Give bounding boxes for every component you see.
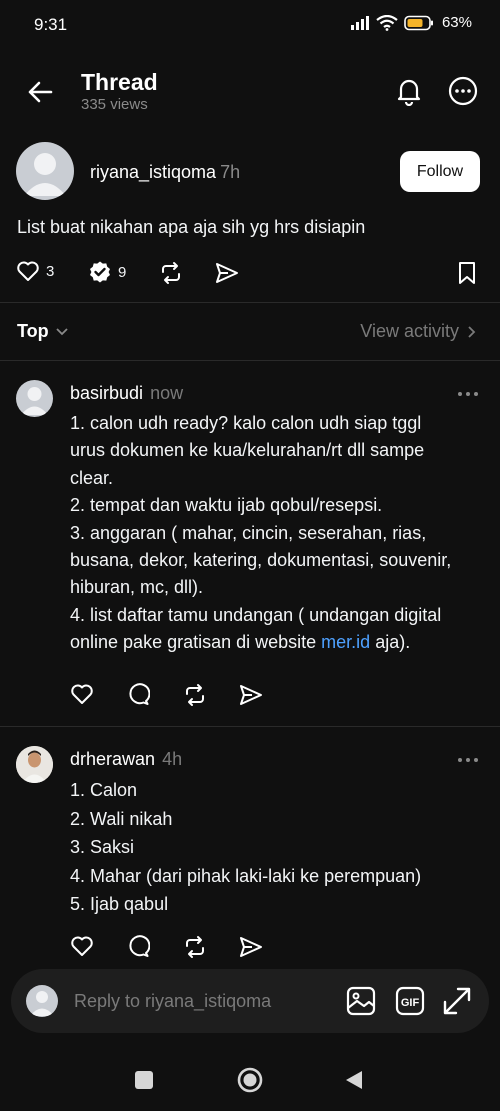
reply-line: 2. Wali nikah (70, 808, 173, 829)
repost-count: 9 (118, 263, 127, 281)
share-icon[interactable] (238, 934, 264, 960)
image-icon[interactable] (345, 985, 377, 1017)
more-options-icon[interactable] (456, 755, 480, 765)
reply-item: basirbudi now 1. calon udh ready? kalo c… (0, 360, 500, 726)
bell-icon[interactable] (394, 76, 424, 106)
post-author[interactable]: riyana_istiqoma 7h (90, 162, 240, 183)
repost-check-icon (90, 261, 110, 283)
divider (0, 302, 500, 303)
reply-line: 5. Ijab qabul (70, 894, 169, 914)
wifi-icon (376, 14, 398, 31)
chevron-down-icon (56, 327, 68, 335)
comment-icon[interactable] (126, 682, 150, 706)
repost-icon[interactable] (182, 682, 208, 708)
avatar[interactable] (16, 380, 53, 417)
reply-line: 4. list daftar tamu undangan ( undangan … (70, 604, 442, 625)
heart-icon[interactable] (70, 682, 94, 706)
like-count: 3 (46, 262, 55, 280)
like-button[interactable]: 3 (16, 260, 54, 282)
heart-icon (17, 261, 39, 281)
username[interactable]: riyana_istiqoma (90, 162, 216, 182)
view-activity-label: View activity (360, 321, 459, 341)
svg-text:GIF: GIF (401, 997, 420, 1009)
reply-author[interactable]: drherawan 4h (70, 749, 182, 770)
reply-actions (70, 682, 270, 708)
chevron-right-icon (468, 325, 476, 338)
reply-line: 2. tempat dan waktu ijab qobul/resepsi. (70, 495, 383, 516)
home-icon[interactable] (236, 1066, 264, 1094)
status-bar: 9:31 63% (0, 0, 500, 52)
sort-dropdown[interactable]: Top (17, 321, 69, 342)
heart-icon[interactable] (70, 934, 94, 958)
quote-repost-icon[interactable] (158, 260, 184, 286)
post-time: 7h (220, 162, 241, 182)
avatar (26, 985, 58, 1017)
avatar[interactable] (16, 142, 74, 200)
website-link[interactable]: mer.id (321, 632, 370, 652)
sort-label: Top (17, 321, 49, 341)
reply-composer: GIF (11, 969, 489, 1033)
reply-item: drherawan 4h 1. Calon 2. Wali nikah 3. S… (0, 726, 500, 976)
battery-percentage: 63% (441, 14, 472, 31)
back-triangle-icon[interactable] (344, 1069, 364, 1091)
gif-icon[interactable]: GIF (395, 986, 425, 1016)
status-icons: 63% (350, 14, 472, 31)
share-icon[interactable] (214, 260, 240, 286)
page-title: Thread (81, 69, 158, 95)
follow-button[interactable]: Follow (400, 151, 480, 192)
recent-apps-icon[interactable] (135, 1071, 153, 1089)
reply-text: 1. calon udh ready? kalo calon udh siap … (70, 410, 490, 657)
reply-line: busana, dekor, katering, dokumentasi, so… (70, 550, 452, 571)
username[interactable]: basirbudi (70, 383, 143, 403)
avatar[interactable] (16, 746, 53, 783)
bookmark-icon[interactable] (456, 260, 478, 286)
reply-line-last: online pake gratisan di website mer.id a… (70, 632, 411, 653)
signal-icon (350, 15, 369, 30)
system-nav-bar (0, 1050, 500, 1111)
reply-time: 4h (162, 749, 183, 769)
battery-icon (404, 15, 433, 30)
post-text: List buat nikahan apa aja sih yg hrs dis… (17, 217, 366, 237)
more-options-icon[interactable] (447, 75, 479, 107)
reply-line: 4. Mahar (dari pihak laki-laki ke peremp… (70, 865, 422, 886)
reply-line: 3. anggaran ( mahar, cincin, seserahan, … (70, 522, 427, 543)
view-count: 335 views (81, 96, 148, 113)
reply-line: hiburan, mc, dll). (70, 577, 204, 598)
reply-line: urus dokumen ke kua/kelurahan/rt dll sam… (70, 440, 425, 461)
expand-icon[interactable] (441, 985, 473, 1017)
reply-input[interactable] (74, 988, 334, 1014)
original-post: riyana_istiqoma 7h Follow List buat nikah… (0, 132, 500, 302)
thread-header: Thread 335 views (0, 52, 500, 132)
username[interactable]: drherawan (70, 749, 155, 769)
share-icon[interactable] (238, 682, 264, 708)
reply-author[interactable]: basirbudi now (70, 383, 183, 404)
repost-button[interactable]: 9 (88, 260, 126, 284)
post-actions: 3 9 (16, 260, 486, 290)
view-activity-link[interactable]: View activity (360, 321, 476, 342)
reply-line: clear. (70, 467, 114, 488)
repost-icon[interactable] (182, 934, 208, 960)
reply-line: 1. Calon (70, 780, 138, 800)
reply-time: now (150, 383, 184, 403)
status-time: 9:31 (34, 15, 68, 34)
back-arrow-icon[interactable] (26, 78, 54, 106)
reply-actions (70, 934, 270, 960)
reply-text: 1. Calon 2. Wali nikah 3. Saksi 4. Mahar… (70, 776, 490, 919)
reply-line: 1. calon udh ready? kalo calon udh siap … (70, 413, 422, 433)
more-options-icon[interactable] (456, 389, 480, 399)
reply-line: 3. Saksi (70, 837, 135, 857)
comment-icon[interactable] (126, 934, 150, 958)
sort-row: Top View activity (0, 318, 500, 346)
